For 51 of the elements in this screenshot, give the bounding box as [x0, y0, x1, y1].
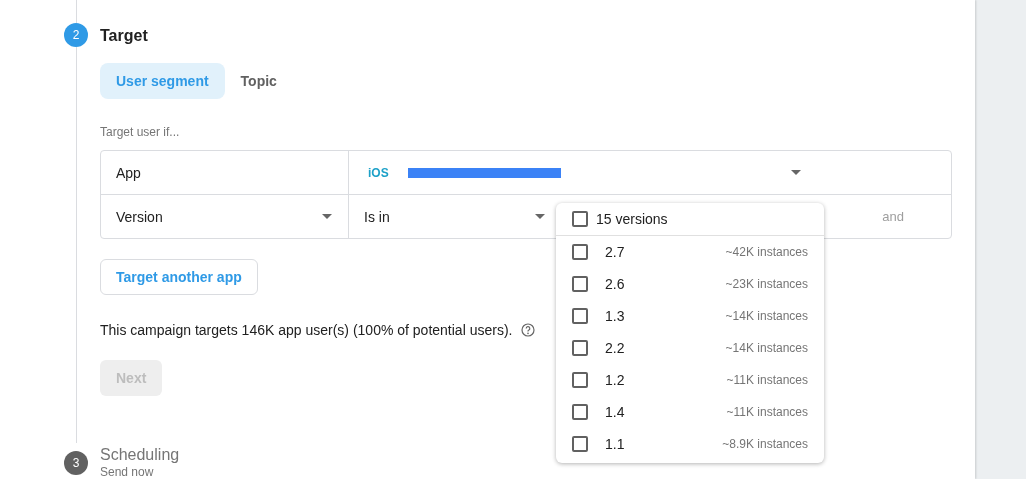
option-label: 2.6 [605, 276, 626, 292]
instance-count: ~8.9K instances [722, 437, 808, 451]
checkbox[interactable] [572, 244, 588, 260]
instance-count: ~42K instances [725, 245, 808, 259]
caret-icon [535, 214, 545, 219]
menu-option[interactable]: 1.4 ~11K instances [556, 396, 824, 428]
field-label: Version [116, 208, 163, 225]
checkbox[interactable] [572, 308, 588, 324]
instance-count: ~11K instances [726, 373, 808, 387]
value-dropdown[interactable]: Is in [349, 195, 559, 238]
instance-count: ~23K instances [725, 277, 808, 291]
step-number: 2 [64, 23, 88, 47]
step-title: Target [100, 26, 149, 46]
step-number: 3 [64, 451, 88, 475]
option-label: 2.2 [605, 340, 626, 356]
field-dropdown[interactable]: App [101, 151, 349, 194]
checkbox[interactable] [572, 436, 588, 452]
joiner-label: and [882, 209, 904, 224]
platform-label: iOS [368, 165, 389, 180]
tab[interactable]: Topic [224, 63, 293, 99]
checkbox[interactable] [572, 340, 588, 356]
checkbox[interactable] [572, 404, 588, 420]
summary-text: This campaign targets 146K app user(s) (100% of potential users). [100, 322, 513, 338]
menu-option[interactable]: 2.7 ~42K instances [556, 236, 824, 268]
option-label: 1.3 [605, 308, 626, 324]
checkbox[interactable] [572, 211, 588, 227]
operator-label: Is in [364, 208, 390, 225]
instance-count: ~11K instances [726, 405, 808, 419]
select-all-option[interactable]: 15 versions [556, 203, 824, 236]
option-label: 1.1 [605, 436, 626, 452]
field-dropdown[interactable]: Version [101, 195, 349, 238]
menu-option[interactable]: 1.1 ~8.9K instances [556, 428, 824, 460]
instance-count: ~14K instances [725, 309, 808, 323]
menu-option[interactable]: 1.3 ~14K instances [556, 300, 824, 332]
option-label: 2.7 [605, 244, 626, 260]
menu-option[interactable]: 2.6 ~23K instances [556, 268, 824, 300]
option-label: 1.4 [605, 404, 626, 420]
help-icon [521, 323, 536, 337]
caret-icon [791, 170, 801, 175]
menu-option[interactable]: 1.2 ~11K instances [556, 364, 824, 396]
step-title: Scheduling [100, 445, 180, 465]
condition-label: Target user if... [100, 125, 181, 141]
field-label: App [116, 164, 141, 181]
step-subtitle: Send now [100, 465, 155, 479]
option-label: 1.2 [605, 372, 626, 388]
caret-icon [322, 214, 332, 219]
option-label: 15 versions [596, 211, 668, 227]
checkbox[interactable] [572, 372, 588, 388]
menu-option[interactable]: 2.2 ~14K instances [556, 332, 824, 364]
checkbox[interactable] [572, 276, 588, 292]
instance-count: ~14K instances [725, 341, 808, 355]
